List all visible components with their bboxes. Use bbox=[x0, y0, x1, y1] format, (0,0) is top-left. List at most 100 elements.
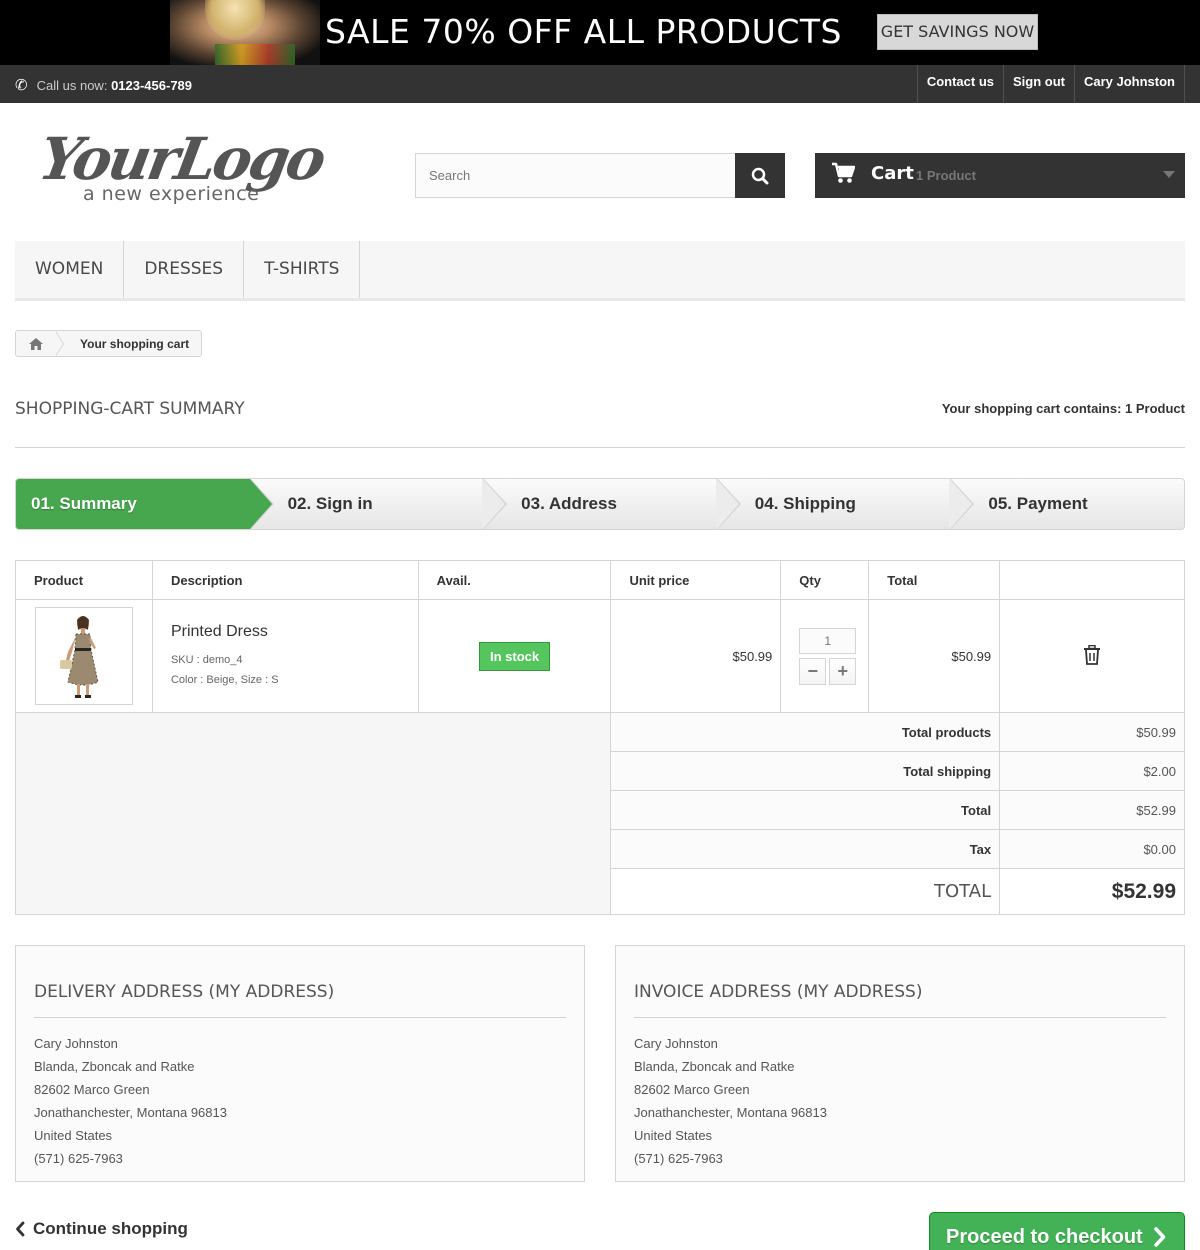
quantity-input[interactable] bbox=[799, 627, 857, 654]
total-shipping-label: Total shipping bbox=[610, 751, 1001, 791]
cart-dropdown[interactable]: Cart 1 Product bbox=[815, 153, 1185, 198]
breadcrumb-current: Your shopping cart bbox=[80, 336, 190, 351]
step-sign-in[interactable]: 02. Sign in bbox=[250, 479, 507, 529]
search-bar bbox=[415, 153, 785, 198]
address-line: Cary Johnston bbox=[634, 1036, 718, 1051]
totals-spacer bbox=[14, 712, 612, 915]
menu-item-women[interactable]: WOMEN bbox=[15, 241, 125, 298]
total-products-label: Total products bbox=[610, 712, 1001, 752]
delivery-address-lines: Cary Johnston Blanda, Zboncak and Ratke … bbox=[34, 1018, 566, 1170]
col-header-total: Total bbox=[868, 560, 1001, 600]
product-sku: SKU : demo_4 bbox=[170, 653, 243, 666]
col-header-availability: Avail. bbox=[417, 560, 612, 600]
proceed-to-checkout-button[interactable]: Proceed to checkout bbox=[929, 1212, 1185, 1250]
search-button[interactable] bbox=[735, 153, 785, 198]
address-line: 82602 Marco Green bbox=[34, 1082, 150, 1097]
breadcrumb: Your shopping cart bbox=[15, 330, 203, 357]
promo-banner[interactable]: SALE 70% OFF ALL PRODUCTS GET SAVINGS NO… bbox=[0, 0, 1200, 65]
address-line: United States bbox=[634, 1128, 713, 1143]
unit-price: $50.99 bbox=[610, 599, 782, 713]
top-nav: Contact us Sign out Cary Johnston bbox=[916, 65, 1185, 103]
availability-cell: In stock bbox=[417, 599, 612, 713]
search-icon bbox=[751, 167, 769, 184]
product-name-link[interactable]: Printed Dress bbox=[171, 623, 418, 641]
step-shipping[interactable]: 04. Shipping bbox=[717, 479, 974, 529]
table-row: Printed Dress SKU : demo_4 Color : Beige… bbox=[15, 599, 1185, 713]
step-payment[interactable]: 05. Payment bbox=[950, 479, 1184, 529]
product-image[interactable] bbox=[35, 607, 133, 705]
breadcrumb-home[interactable] bbox=[16, 331, 64, 356]
contact-us-link[interactable]: Contact us bbox=[916, 65, 1003, 103]
invoice-address-title: INVOICE ADDRESS (MY ADDRESS) bbox=[634, 946, 1166, 1018]
continue-shopping-button[interactable]: Continue shopping bbox=[15, 1219, 188, 1239]
top-bar: ✆ Call us now: 0123-456-789 Contact us S… bbox=[0, 65, 1200, 103]
menu-item-dresses[interactable]: DRESSES bbox=[124, 241, 245, 298]
address-line: Blanda, Zboncak and Ratke bbox=[34, 1059, 195, 1074]
phone-icon: ✆ bbox=[15, 77, 28, 94]
tax-label: Tax bbox=[610, 829, 1001, 869]
invoice-address-lines: Cary Johnston Blanda, Zboncak and Ratke … bbox=[634, 1018, 1166, 1170]
site-logo[interactable]: YourLogo a new experience bbox=[34, 125, 330, 210]
grand-total-value: $52.99 bbox=[999, 868, 1185, 915]
proceed-label: Proceed to checkout bbox=[946, 1225, 1143, 1248]
tax-value: $0.00 bbox=[999, 829, 1185, 869]
totals-row-products: Total products $50.99 bbox=[14, 712, 1185, 915]
decrease-qty-button[interactable]: − bbox=[799, 657, 827, 685]
chevron-down-icon bbox=[1163, 171, 1175, 178]
account-link[interactable]: Cary Johnston bbox=[1073, 65, 1185, 103]
product-image-cell bbox=[15, 599, 153, 713]
checkout-steps: 01. Summary 02. Sign in 03. Address 04. … bbox=[15, 478, 1185, 530]
total-shipping-value: $2.00 bbox=[999, 751, 1185, 791]
col-header-description: Description bbox=[151, 560, 419, 600]
cart-summary-count: Your shopping cart contains: 1 Product bbox=[941, 401, 1185, 416]
address-line: Blanda, Zboncak and Ratke bbox=[634, 1059, 795, 1074]
in-stock-badge: In stock bbox=[479, 641, 551, 671]
table-header-row: Product Description Avail. Unit price Qt… bbox=[15, 560, 1185, 600]
logo-tagline: a new experience bbox=[83, 183, 260, 205]
delete-cell bbox=[999, 599, 1185, 713]
product-description-cell: Printed Dress SKU : demo_4 Color : Beige… bbox=[151, 599, 419, 713]
search-input[interactable] bbox=[415, 153, 735, 198]
chevron-right-icon bbox=[1153, 1227, 1165, 1247]
address-line: (571) 625-7963 bbox=[634, 1151, 723, 1166]
qty-cell: − + bbox=[780, 599, 870, 713]
get-savings-button[interactable]: GET SAVINGS NOW bbox=[877, 14, 1038, 50]
product-attributes[interactable]: Color : Beige, Size : S bbox=[171, 670, 418, 690]
trash-icon[interactable] bbox=[1083, 644, 1101, 665]
address-line: Jonathanchester, Montana 96813 bbox=[634, 1105, 827, 1120]
line-total: $50.99 bbox=[868, 599, 1001, 713]
cart-label: Cart bbox=[871, 163, 914, 184]
continue-shopping-label: Continue shopping bbox=[33, 1219, 188, 1238]
home-icon bbox=[29, 337, 43, 350]
address-line: 82602 Marco Green bbox=[634, 1082, 750, 1097]
delivery-address-title: DELIVERY ADDRESS (MY ADDRESS) bbox=[34, 946, 566, 1018]
menu-item-tshirts[interactable]: T-SHIRTS bbox=[244, 241, 361, 298]
col-header-unit-price: Unit price bbox=[610, 560, 782, 600]
sign-out-link[interactable]: Sign out bbox=[1002, 65, 1074, 103]
step-summary[interactable]: 01. Summary bbox=[16, 479, 274, 529]
address-line: Cary Johnston bbox=[34, 1036, 118, 1051]
dress-photo bbox=[60, 616, 99, 698]
invoice-address-box: INVOICE ADDRESS (MY ADDRESS) Cary Johnst… bbox=[615, 945, 1185, 1182]
delivery-address-box: DELIVERY ADDRESS (MY ADDRESS) Cary Johns… bbox=[15, 945, 585, 1182]
step-address[interactable]: 03. Address bbox=[483, 479, 741, 529]
grand-total-label: TOTAL bbox=[610, 868, 1001, 915]
promo-model-scarf bbox=[215, 44, 295, 65]
promo-headline: SALE 70% OFF ALL PRODUCTS bbox=[325, 12, 842, 51]
cart-count: 1 Product bbox=[916, 168, 976, 183]
call-us: ✆ Call us now: 0123-456-789 bbox=[15, 76, 192, 94]
address-line: United States bbox=[34, 1128, 113, 1143]
total-label: Total bbox=[610, 790, 1001, 830]
page-title: SHOPPING-CART SUMMARY bbox=[15, 399, 245, 419]
col-header-qty: Qty bbox=[780, 560, 870, 600]
address-line: (571) 625-7963 bbox=[34, 1151, 123, 1166]
increase-qty-button[interactable]: + bbox=[829, 657, 857, 685]
cart-table: Product Description Avail. Unit price Qt… bbox=[14, 560, 1185, 915]
total-value: $52.99 bbox=[999, 790, 1185, 830]
col-header-product: Product bbox=[15, 560, 153, 600]
total-products-value: $50.99 bbox=[999, 712, 1185, 752]
col-header-actions bbox=[999, 560, 1185, 600]
quantity-stepper: − + bbox=[799, 657, 868, 685]
main-menu: WOMEN DRESSES T-SHIRTS bbox=[15, 241, 1185, 301]
heading-divider bbox=[15, 447, 1185, 448]
